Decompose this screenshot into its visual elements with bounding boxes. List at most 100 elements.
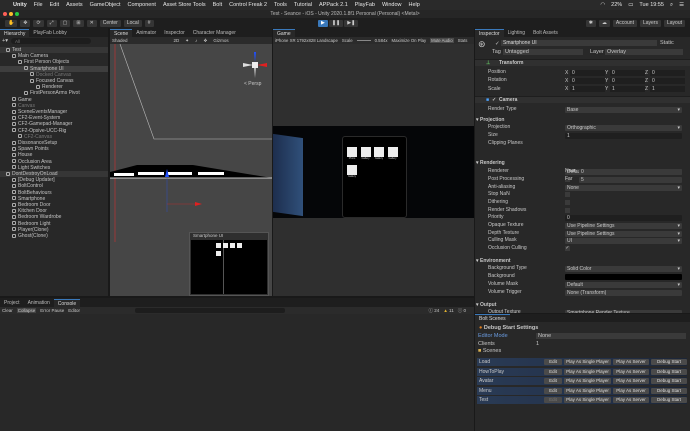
hierarchy-item[interactable]: CF2-Event-System	[0, 115, 108, 121]
debug-button[interactable]: Debug Start	[651, 378, 687, 384]
foldout-arrow-icon[interactable]: ▾	[476, 117, 479, 124]
x-value[interactable]: 0	[570, 70, 605, 76]
edit-button[interactable]: Edit	[544, 359, 562, 365]
tab-bolt-scenes[interactable]: Bolt Scenes	[475, 314, 510, 322]
warning-count[interactable]: ▲ 11	[443, 308, 453, 314]
layers-dropdown[interactable]: Layers	[640, 20, 661, 27]
game-render[interactable]: PhotoGalleryGalleryGalleryGallery	[273, 126, 474, 218]
hierarchy-item[interactable]: Light Switches	[0, 165, 108, 171]
server-button[interactable]: Play As Server	[613, 369, 649, 375]
section-projection[interactable]: ▾Projection	[475, 117, 690, 124]
space-local-button[interactable]: Local	[124, 20, 142, 27]
scene-orientation-gizmo[interactable]	[240, 50, 270, 80]
menu-component[interactable]: Component	[128, 2, 156, 8]
error-pause-toggle[interactable]: Error Pause	[40, 308, 64, 313]
volume-trigger-input[interactable]: None (Transform)	[565, 290, 682, 296]
close-window-button[interactable]	[3, 12, 7, 16]
section-rendering[interactable]: ▾Rendering	[475, 160, 690, 167]
debug-button[interactable]: Debug Start	[651, 369, 687, 375]
rect-tool-icon[interactable]: ▢	[60, 20, 71, 27]
static-toggle[interactable]: Static	[660, 40, 674, 46]
volume-mask-dropdown[interactable]: Default	[565, 282, 682, 288]
background-color-field[interactable]	[565, 274, 682, 280]
server-button[interactable]: Play As Server	[613, 378, 649, 384]
clients-value[interactable]: 1	[536, 341, 539, 347]
debug-button[interactable]: Debug Start	[651, 388, 687, 394]
hierarchy-item[interactable]: Spawn Points	[0, 146, 108, 152]
single-button[interactable]: Play As Single Player	[564, 388, 611, 394]
menu-asset-store-tools[interactable]: Asset Store Tools	[163, 2, 206, 8]
depth-texture-dropdown[interactable]: Use Pipeline Settings	[565, 231, 682, 237]
hierarchy-item[interactable]: House	[0, 152, 108, 158]
single-button[interactable]: Play As Single Player	[564, 378, 611, 384]
persp-label[interactable]: < Persp	[244, 81, 261, 87]
hierarchy-item[interactable]: Ghost(Clone)	[0, 233, 108, 239]
object-name-input[interactable]	[501, 40, 657, 46]
y-value[interactable]: 1	[610, 86, 645, 92]
edit-button[interactable]: Edit	[544, 369, 562, 375]
x-value[interactable]: 0	[570, 78, 605, 84]
camera-enabled-checkbox[interactable]: ✓	[492, 97, 496, 104]
z-value[interactable]: 1	[650, 86, 685, 92]
shading-mode-dropdown[interactable]: Shaded	[112, 38, 128, 43]
layout-dropdown[interactable]: Layout	[664, 20, 685, 27]
hierarchy-item[interactable]: Main Camera	[0, 53, 108, 59]
single-button[interactable]: Play As Single Player	[564, 359, 611, 365]
tab-character-manager[interactable]: Character Manager	[189, 29, 240, 37]
render-type-dropdown[interactable]: Base	[565, 107, 682, 113]
hierarchy-item[interactable]: SceneEventsManager	[0, 109, 108, 115]
zoom-window-button[interactable]	[15, 12, 19, 16]
cloud-icon[interactable]: ☁	[599, 20, 610, 27]
menu-app-name[interactable]: Unity	[13, 2, 27, 8]
tab-lighting[interactable]: Lighting	[504, 29, 530, 37]
hierarchy-item[interactable]: Canvas	[0, 103, 108, 109]
resolution-dropdown[interactable]: iPhone XR 1792x828 Landscape	[275, 38, 338, 43]
tab-console[interactable]: Console	[54, 299, 80, 307]
2d-toggle[interactable]: 2D	[174, 38, 180, 43]
app-icon[interactable]: Photo	[347, 147, 357, 160]
active-checkbox[interactable]: ✓	[495, 41, 500, 47]
gizmos-dropdown[interactable]: Gizmos	[213, 38, 228, 43]
clear-button[interactable]: Clear	[2, 308, 13, 313]
error-count[interactable]: ⓘ 0	[458, 308, 466, 314]
single-button[interactable]: Play As Single Player	[564, 369, 611, 375]
section-output[interactable]: ▾Output	[475, 302, 690, 309]
priority-input[interactable]: 0	[565, 215, 682, 221]
projection-dropdown[interactable]: Orthographic	[565, 125, 682, 131]
editor-mode-dropdown[interactable]: None	[536, 333, 686, 339]
hierarchy-item[interactable]: Docked Canvas	[0, 72, 108, 78]
z-field[interactable]: Z0	[645, 70, 685, 76]
x-field[interactable]: X0	[565, 78, 605, 84]
dithering-checkbox[interactable]	[565, 200, 570, 205]
z-field[interactable]: Z1	[645, 86, 685, 92]
y-value[interactable]: 0	[610, 78, 645, 84]
menu-gameobject[interactable]: GameObject	[90, 2, 121, 8]
app-icon[interactable]: Gallery	[347, 165, 357, 178]
step-button[interactable]: ▶❚	[344, 20, 358, 27]
lighting-toggle-icon[interactable]: ✦	[185, 38, 189, 44]
mute-audio-toggle[interactable]: Mute Audio	[430, 38, 454, 43]
hierarchy-item[interactable]: Player(Clone)	[0, 227, 108, 233]
menu-bolt[interactable]: Bolt	[213, 2, 222, 8]
hierarchy-item[interactable]: Smartphone UI	[0, 66, 108, 72]
rotate-tool-icon[interactable]: ⟳	[33, 20, 43, 27]
foldout-arrow-icon[interactable]: ▾	[476, 302, 479, 309]
tab-animator[interactable]: Animator	[132, 29, 160, 37]
edit-button[interactable]: Edit	[544, 388, 562, 394]
tab-project[interactable]: Project	[0, 299, 24, 307]
move-tool-icon[interactable]: ✥	[20, 20, 30, 27]
app-icon[interactable]: Gallery	[388, 147, 398, 160]
stats-toggle[interactable]: Stats	[458, 38, 468, 43]
x-field[interactable]: X0	[565, 70, 605, 76]
z-value[interactable]: 0	[650, 78, 685, 84]
custom-tool-icon[interactable]: ✕	[87, 20, 97, 27]
console-search-input[interactable]	[135, 308, 285, 313]
anti-aliasing-dropdown[interactable]: None	[565, 185, 682, 191]
hierarchy-item[interactable]: DontDestroyOnLoad	[0, 171, 108, 177]
y-value[interactable]: 0	[610, 70, 645, 76]
hierarchy-item[interactable]: Occlusion Area	[0, 159, 108, 165]
edit-button[interactable]: Edit	[544, 397, 562, 403]
hierarchy-item[interactable]: BoltBehaviours	[0, 190, 108, 196]
grid-snap-icon[interactable]: #	[145, 20, 154, 27]
menu-tutorial[interactable]: Tutorial	[294, 2, 312, 8]
